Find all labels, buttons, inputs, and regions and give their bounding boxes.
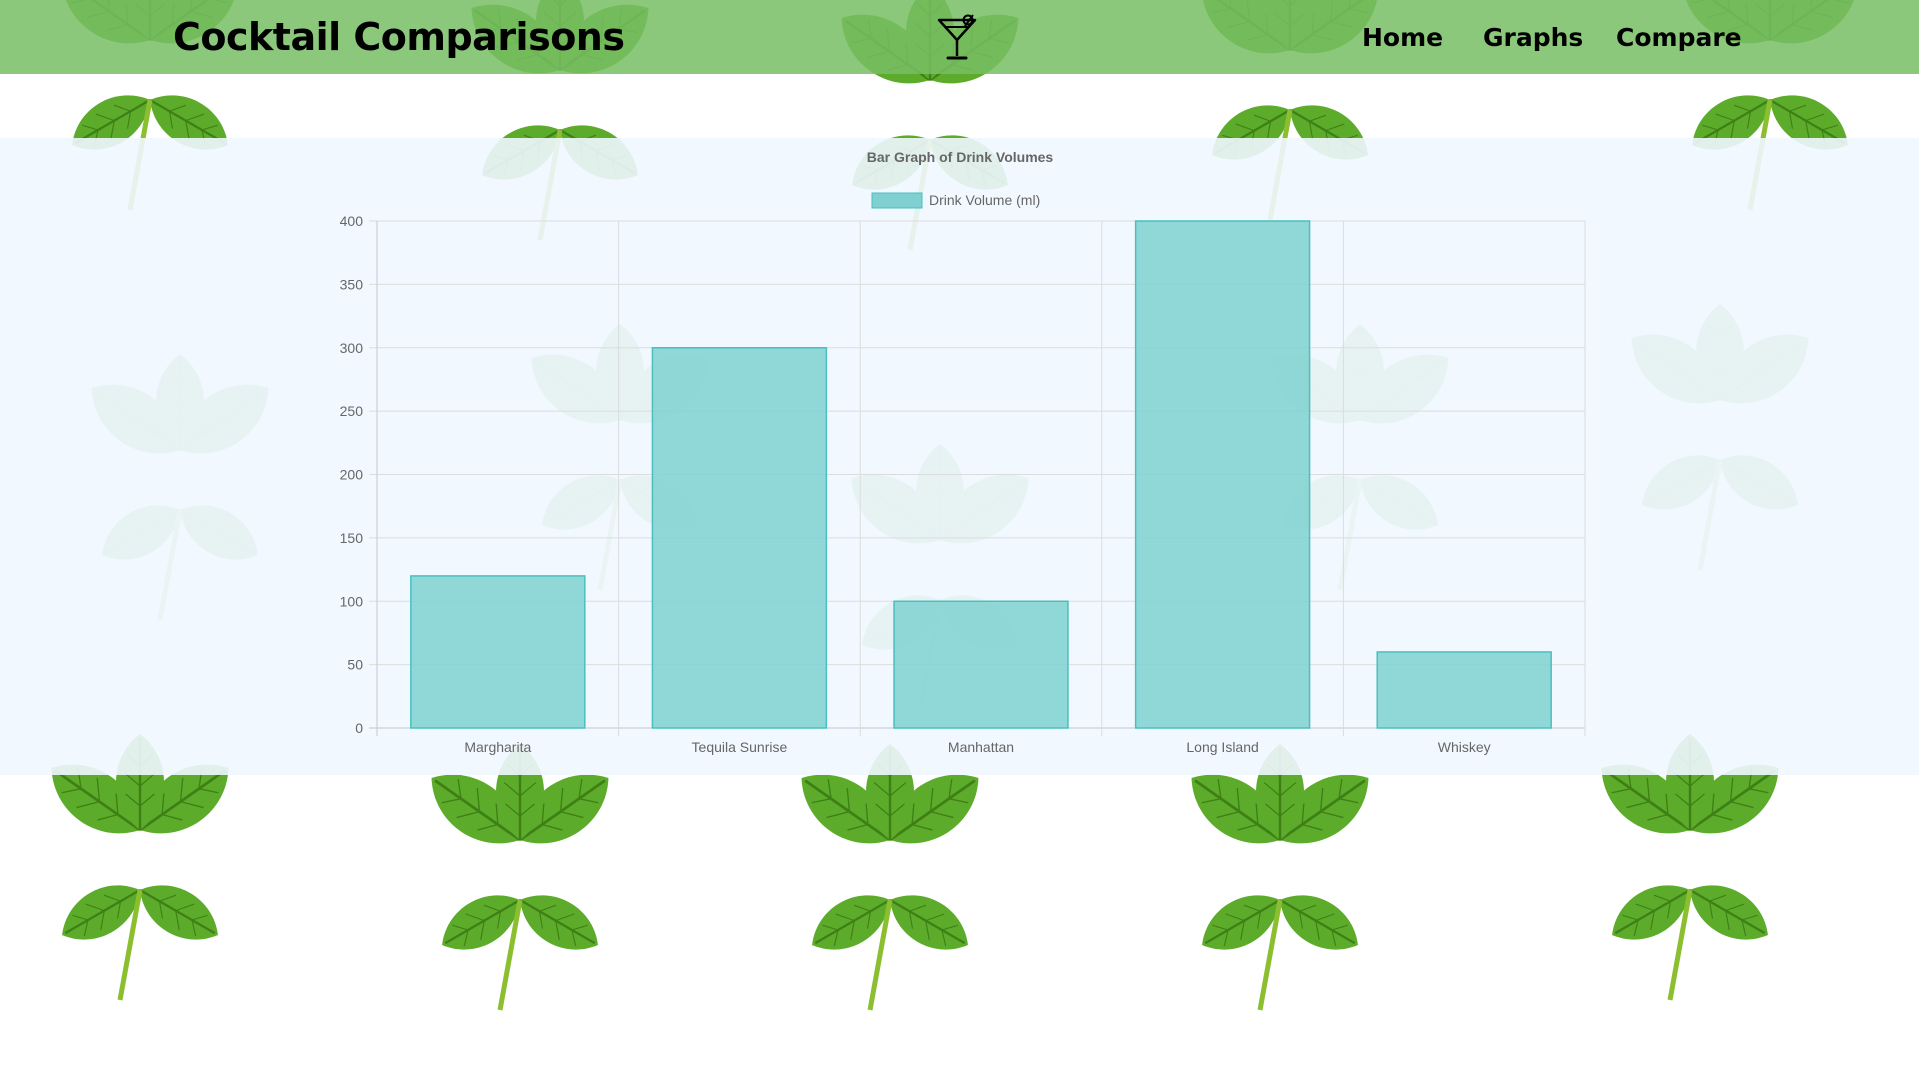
y-tick-label: 0 — [355, 720, 363, 736]
y-tick-label: 150 — [340, 530, 364, 546]
bar-long-island[interactable] — [1134, 220, 1311, 729]
y-tick-label: 300 — [340, 340, 364, 356]
y-tick-label: 50 — [347, 657, 363, 673]
chart-panel: Bar Graph of Drink Volumes Drink Volume (… — [0, 138, 1919, 775]
x-tick-label: Manhattan — [948, 739, 1014, 755]
y-tick-label: 100 — [340, 593, 364, 609]
y-tick-label: 400 — [340, 213, 364, 229]
site-brand-title[interactable]: Cocktail Comparisons — [173, 13, 625, 61]
x-tick-label: Tequila Sunrise — [692, 739, 788, 755]
drink-volume-bar-chart: Bar Graph of Drink Volumes Drink Volume (… — [340, 149, 1586, 755]
bar-whiskey[interactable] — [1376, 651, 1552, 729]
bar-margharita[interactable] — [410, 575, 586, 729]
y-tick-label: 350 — [340, 276, 364, 292]
martini-glass-icon — [937, 14, 977, 60]
x-tick-label: Margharita — [464, 739, 531, 755]
bar-tequila-sunrise[interactable] — [651, 347, 828, 729]
legend-label[interactable]: Drink Volume (ml) — [929, 192, 1040, 208]
nav-home-link[interactable]: Home — [1362, 22, 1443, 54]
legend-swatch[interactable] — [871, 192, 923, 209]
bar-manhattan[interactable] — [893, 600, 1069, 729]
top-navbar: Cocktail Comparisons Home Graphs Compare — [0, 0, 1919, 74]
y-tick-label: 200 — [340, 467, 364, 483]
x-tick-label: Long Island — [1186, 739, 1258, 755]
nav-graphs-link[interactable]: Graphs — [1483, 22, 1583, 54]
nav-compare-link[interactable]: Compare — [1616, 22, 1742, 54]
y-tick-label: 250 — [340, 403, 364, 419]
chart-title: Bar Graph of Drink Volumes — [867, 149, 1054, 165]
x-tick-label: Whiskey — [1438, 739, 1491, 755]
